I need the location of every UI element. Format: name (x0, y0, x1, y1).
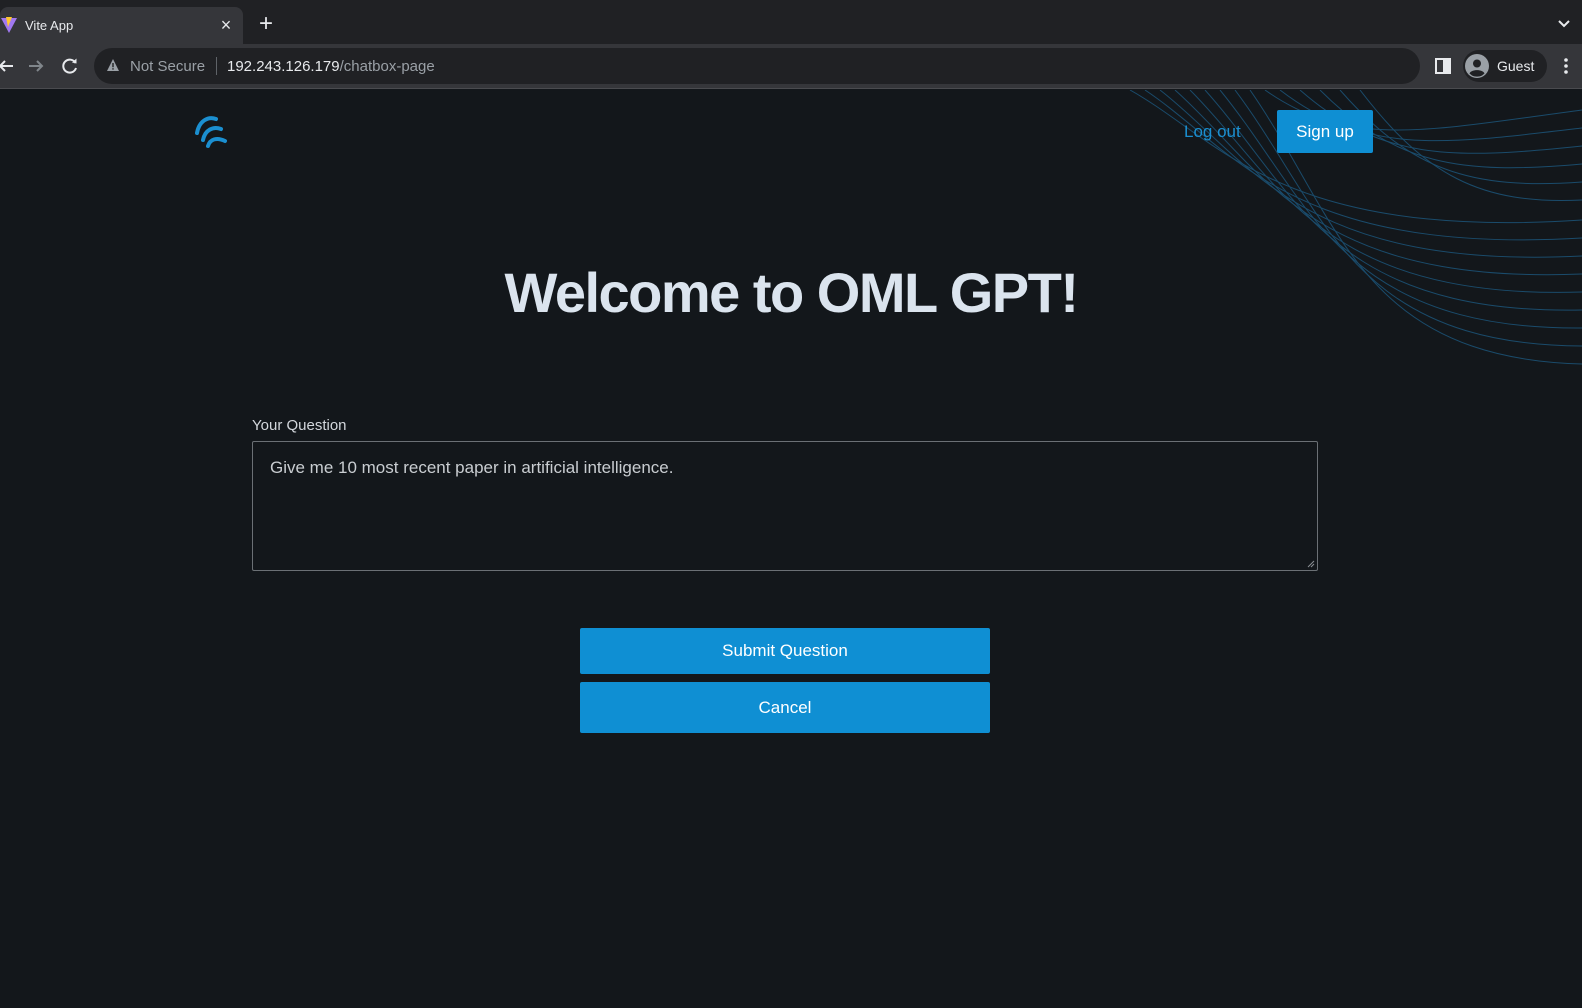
kebab-menu-icon[interactable] (1562, 56, 1570, 76)
back-arrow-icon[interactable] (0, 56, 16, 76)
reload-icon[interactable] (60, 56, 80, 76)
browser-toolbar: Not Secure 192.243.126.179/chatbox-page … (0, 44, 1582, 89)
browser-tab-strip: Vite App × + (0, 0, 1582, 44)
security-label[interactable]: Not Secure (130, 58, 205, 75)
profile-avatar-icon (1465, 54, 1489, 78)
question-textarea[interactable]: Give me 10 most recent paper in artifici… (252, 441, 1318, 571)
close-icon[interactable]: × (216, 15, 236, 35)
page-viewport: Log out Sign up Welcome to OML GPT! Your… (0, 90, 1582, 1008)
cancel-button[interactable]: Cancel (580, 682, 990, 733)
logout-link[interactable]: Log out (1184, 122, 1241, 142)
plus-icon[interactable]: + (254, 12, 278, 36)
omnibox-divider (216, 57, 217, 75)
browser-tab[interactable]: Vite App × (0, 7, 243, 44)
profile-button[interactable]: Guest (1463, 50, 1547, 82)
warning-icon (107, 59, 119, 71)
tab-title: Vite App (25, 18, 74, 33)
page-title: Welcome to OML GPT! (504, 261, 1079, 324)
question-label: Your Question (252, 417, 347, 434)
submit-question-button[interactable]: Submit Question (580, 628, 990, 674)
resize-grip-icon[interactable] (1307, 560, 1315, 568)
forward-arrow-icon[interactable] (26, 56, 46, 76)
url-path: /chatbox-page (339, 58, 435, 75)
brand-logo-icon[interactable] (194, 113, 232, 149)
question-text: Give me 10 most recent paper in artifici… (270, 458, 674, 477)
address-bar[interactable]: Not Secure 192.243.126.179/chatbox-page (94, 48, 1420, 84)
profile-name: Guest (1497, 58, 1535, 74)
url-host: 192.243.126.179 (227, 58, 340, 75)
vite-favicon-icon (1, 17, 17, 33)
side-panel-icon[interactable] (1434, 57, 1452, 75)
url-text[interactable]: 192.243.126.179/chatbox-page (227, 58, 435, 75)
signup-button[interactable]: Sign up (1277, 110, 1373, 153)
chevron-down-icon[interactable] (1556, 15, 1572, 31)
